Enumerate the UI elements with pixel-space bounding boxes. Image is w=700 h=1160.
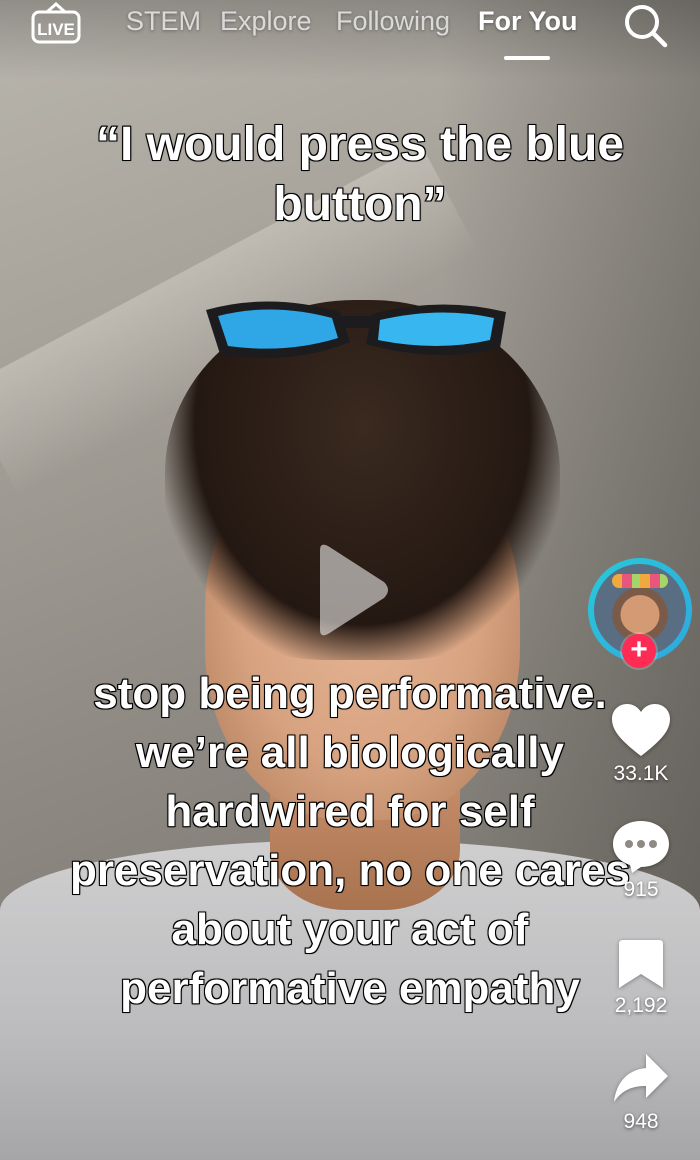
top-nav-bar: LIVE STEM Explore Following For You [0,0,700,80]
video-caption-top: “I would press the blue button” [95,117,625,232]
active-tab-indicator [504,56,550,60]
heart-icon [612,704,670,756]
comment-button[interactable]: 915 [601,818,681,902]
like-button[interactable]: 33.1K [601,702,681,786]
share-arrow-icon [614,1054,668,1102]
tab-explore[interactable]: Explore [220,6,312,37]
live-label: LIVE [37,20,75,39]
comment-count: 915 [623,878,659,901]
tab-following[interactable]: Following [336,6,450,37]
comment-icon [613,821,669,873]
save-button[interactable]: 2,192 [601,938,681,1018]
creator-avatar-group: + [588,558,692,668]
follow-button[interactable]: + [622,634,656,668]
video-caption-bottom: stop being performative. we’re all biolo… [69,668,631,1014]
bookmark-icon [619,940,663,988]
save-count: 2,192 [614,994,668,1017]
search-icon [625,5,668,48]
live-tv-icon: LIVE [31,1,81,44]
play-icon[interactable] [310,542,390,638]
share-count: 948 [623,1110,659,1133]
sunglasses-shape [206,301,506,358]
like-count: 33.1K [613,762,669,785]
live-button[interactable]: LIVE [30,1,82,46]
flower-crown-shape [612,574,668,588]
search-button[interactable] [622,2,668,48]
tab-for-you[interactable]: For You [478,6,578,37]
tab-stem[interactable]: STEM [126,6,201,37]
share-button[interactable]: 948 [601,1052,681,1134]
